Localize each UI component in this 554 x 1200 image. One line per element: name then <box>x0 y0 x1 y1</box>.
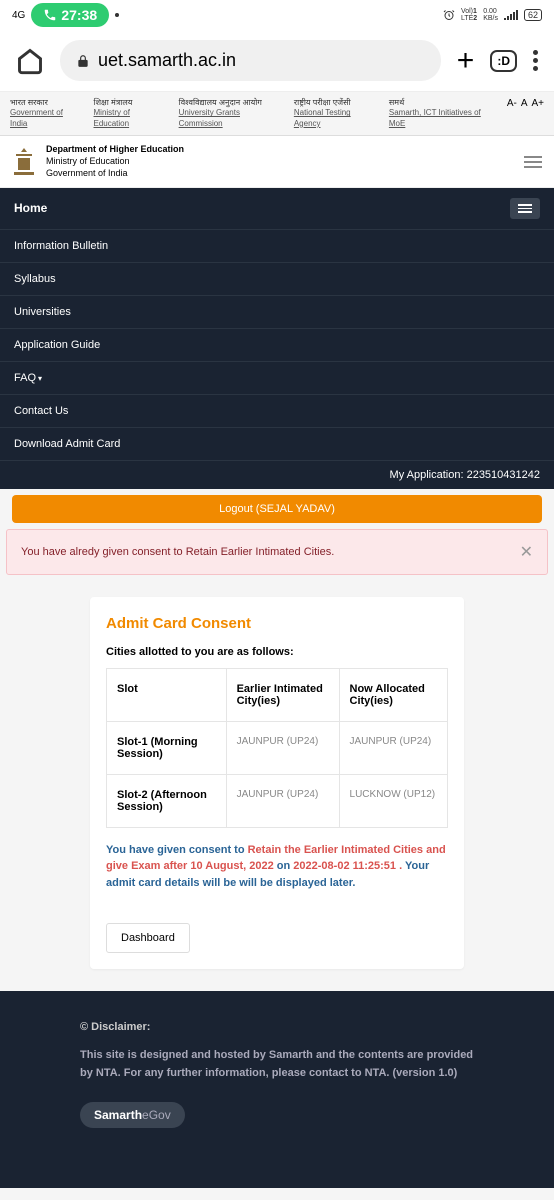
slot-cell: Slot-2 (Afternoon Session) <box>107 774 227 827</box>
now-city-cell: LUCKNOW (UP12) <box>339 774 447 827</box>
alert-text: You have alredy given consent to Retain … <box>21 546 334 558</box>
emblem-icon <box>12 148 36 176</box>
disclaimer-label: © Disclaimer: <box>80 1021 474 1033</box>
card-title: Admit Card Consent <box>90 597 464 646</box>
tabs-button[interactable]: :D <box>490 50 517 72</box>
url-bar[interactable]: uet.samarth.ac.in <box>60 40 441 81</box>
chevron-down-icon: ▾ <box>38 374 42 383</box>
nav-contact[interactable]: Contact Us <box>0 395 554 428</box>
samarth-badge: SamartheGov <box>80 1102 185 1128</box>
call-time: 27:38 <box>61 7 97 23</box>
close-icon[interactable]: ✕ <box>520 542 533 562</box>
nav-faq[interactable]: FAQ▾ <box>0 362 554 395</box>
city-table: Slot Earlier Intimated City(ies) Now All… <box>106 668 448 828</box>
gov-links-bar: भारत सरकारGovernment of India शिक्षा मंत… <box>0 92 554 136</box>
call-pill[interactable]: 27:38 <box>31 3 109 27</box>
now-city-cell: JAUNPUR (UP24) <box>339 721 447 774</box>
nav-home-row: Home <box>0 188 554 230</box>
logout-button[interactable]: Logout (SEJAL YADAV) <box>12 495 542 523</box>
nav-syllabus[interactable]: Syllabus <box>0 263 554 296</box>
browser-menu-icon[interactable] <box>533 50 538 71</box>
alarm-icon <box>443 9 455 21</box>
dept-line2: Ministry of Education <box>46 156 184 168</box>
nav-download-admit[interactable]: Download Admit Card <box>0 428 554 461</box>
dashboard-button[interactable]: Dashboard <box>106 923 190 953</box>
gov-link-ugc[interactable]: विश्वविद्यालय अनुदान आयोगUniversity Gran… <box>179 98 276 129</box>
font-size-controls: A- A A+ <box>507 98 544 109</box>
new-tab-icon[interactable]: + <box>457 44 475 78</box>
notification-dot <box>115 13 119 17</box>
th-earlier: Earlier Intimated City(ies) <box>226 668 339 721</box>
browser-toolbar: uet.samarth.ac.in + :D <box>0 30 554 92</box>
gov-link-moe[interactable]: शिक्षा मंत्रालयMinistry of Education <box>94 98 161 129</box>
page-footer: © Disclaimer: This site is designed and … <box>0 991 554 1188</box>
home-icon[interactable] <box>16 47 44 75</box>
volte-text: Vol)1LTE2 <box>461 8 477 22</box>
earlier-city-cell: JAUNPUR (UP24) <box>226 774 339 827</box>
consent-alert: You have alredy given consent to Retain … <box>6 529 548 575</box>
my-application: My Application: 223510431242 <box>0 461 554 489</box>
gov-link-india[interactable]: भारत सरकारGovernment of India <box>10 98 76 129</box>
consent-text: You have given consent to Retain the Ear… <box>106 842 448 892</box>
font-normal[interactable]: A <box>521 98 528 109</box>
dept-line1: Department of Higher Education <box>46 144 184 156</box>
nav-home[interactable]: Home <box>14 201 47 215</box>
url-text: uet.samarth.ac.in <box>98 50 236 71</box>
nav-info-bulletin[interactable]: Information Bulletin <box>0 230 554 263</box>
earlier-city-cell: JAUNPUR (UP24) <box>226 721 339 774</box>
header-menu-icon[interactable] <box>524 156 542 168</box>
nav-menu-icon[interactable] <box>510 198 540 219</box>
lock-icon <box>76 54 90 68</box>
phone-icon <box>43 8 57 22</box>
card-subtitle: Cities allotted to you are as follows: <box>106 646 448 658</box>
phone-status-bar: 4G 27:38 Vol)1LTE2 0.00 KB/s 62 <box>0 0 554 30</box>
th-now: Now Allocated City(ies) <box>339 668 447 721</box>
table-row: Slot-1 (Morning Session) JAUNPUR (UP24) … <box>107 721 448 774</box>
font-decrease[interactable]: A- <box>507 98 517 109</box>
table-row: Slot-2 (Afternoon Session) JAUNPUR (UP24… <box>107 774 448 827</box>
slot-cell: Slot-1 (Morning Session) <box>107 721 227 774</box>
nav-application-guide[interactable]: Application Guide <box>0 329 554 362</box>
dept-line3: Government of India <box>46 168 184 180</box>
gov-link-nta[interactable]: राष्ट्रीय परीक्षा एजेंसीNational Testing… <box>294 98 371 129</box>
main-nav: Home Information Bulletin Syllabus Unive… <box>0 188 554 489</box>
nav-universities[interactable]: Universities <box>0 296 554 329</box>
admit-card-consent-card: Admit Card Consent Cities allotted to yo… <box>90 597 464 970</box>
signal-icon <box>504 10 518 20</box>
department-header: Department of Higher Education Ministry … <box>0 136 554 188</box>
disclaimer-text: This site is designed and hosted by Sama… <box>80 1047 474 1082</box>
application-number: 223510431242 <box>467 469 540 481</box>
th-slot: Slot <box>107 668 227 721</box>
signal-text: 4G <box>12 10 25 21</box>
gov-link-samarth[interactable]: समर्थSamarth, ICT Initiatives of MoE <box>389 98 489 129</box>
net-speed: 0.00 KB/s <box>483 8 498 22</box>
font-increase[interactable]: A+ <box>531 98 544 109</box>
battery-indicator: 62 <box>524 9 542 21</box>
